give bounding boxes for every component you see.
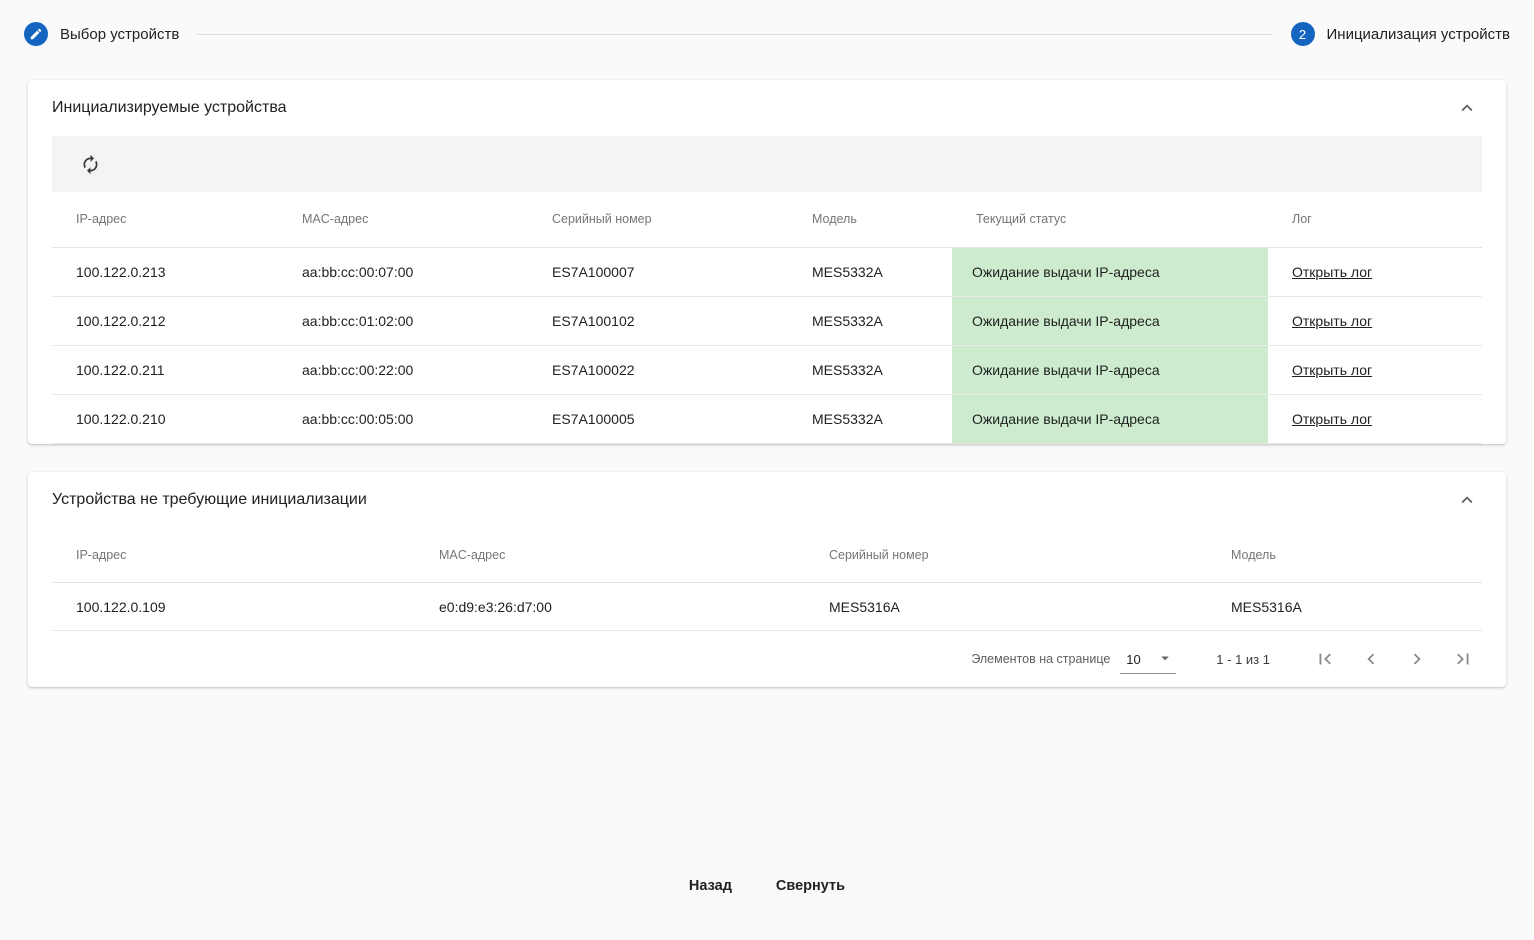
cell-mac: aa:bb:cc:00:22:00	[278, 345, 528, 394]
footer-actions: Назад Свернуть	[0, 868, 1534, 904]
cell-model: MES5332A	[788, 345, 952, 394]
collapse-card-button[interactable]	[1452, 485, 1482, 515]
items-per-page-label: Элементов на странице	[971, 652, 1110, 666]
column-header-mac: MAC-адрес	[415, 528, 805, 583]
step-label: Инициализация устройств	[1327, 26, 1510, 43]
open-log-link[interactable]: Открыть лог	[1292, 411, 1372, 427]
last-page-button[interactable]	[1444, 640, 1482, 678]
page: Выбор устройств 2 Инициализация устройст…	[0, 0, 1534, 940]
cell-serial: ES7A100102	[528, 296, 788, 345]
device-row: 100.122.0.210 aa:bb:cc:00:05:00 ES7A1000…	[52, 394, 1482, 443]
column-header-model: Модель	[788, 192, 952, 247]
cell-model: MES5332A	[788, 296, 952, 345]
no-init-devices-table: IP-адрес MAC-адрес Серийный номер Модель…	[52, 528, 1482, 632]
step-device-selection[interactable]: Выбор устройств	[24, 22, 179, 46]
device-row: 100.122.0.213 aa:bb:cc:00:07:00 ES7A1000…	[52, 247, 1482, 296]
chevron-down-icon	[1156, 649, 1174, 670]
open-log-link[interactable]: Открыть лог	[1292, 362, 1372, 378]
cell-mac: aa:bb:cc:00:05:00	[278, 394, 528, 443]
previous-page-button[interactable]	[1352, 640, 1390, 678]
cell-log: Открыть лог	[1268, 296, 1482, 345]
first-page-button[interactable]	[1306, 640, 1344, 678]
init-devices-card-header: Инициализируемые устройства	[52, 80, 1482, 136]
chevron-right-icon	[1406, 658, 1428, 673]
cell-status: Ожидание выдачи IP-адреса	[952, 247, 1268, 296]
init-devices-card: Инициализируемые устройства IP-адр	[28, 80, 1506, 444]
column-header-mac: MAC-адрес	[278, 192, 528, 247]
status-badge: Ожидание выдачи IP-адреса	[952, 346, 1268, 394]
cell-status: Ожидание выдачи IP-адреса	[952, 345, 1268, 394]
cell-serial: MES5316A	[805, 583, 1207, 631]
refresh-icon	[80, 163, 101, 178]
step-label: Выбор устройств	[60, 26, 179, 43]
status-badge: Ожидание выдачи IP-адреса	[952, 395, 1268, 443]
collapse-card-button[interactable]	[1452, 93, 1482, 123]
device-row: 100.122.0.211 aa:bb:cc:00:22:00 ES7A1000…	[52, 345, 1482, 394]
cell-ip: 100.122.0.211	[52, 345, 278, 394]
stepper: Выбор устройств 2 Инициализация устройст…	[0, 0, 1534, 56]
cell-log: Открыть лог	[1268, 247, 1482, 296]
collapse-wizard-button[interactable]: Свернуть	[762, 868, 859, 904]
cell-mac: aa:bb:cc:00:07:00	[278, 247, 528, 296]
cell-serial: ES7A100007	[528, 247, 788, 296]
cell-log: Открыть лог	[1268, 345, 1482, 394]
stepper-connector-line	[197, 34, 1272, 35]
back-button[interactable]: Назад	[675, 868, 746, 904]
column-header-serial: Серийный номер	[805, 528, 1207, 583]
cell-mac: aa:bb:cc:01:02:00	[278, 296, 528, 345]
column-header-status: Текущий статус	[952, 192, 1268, 247]
card-title: Инициализируемые устройства	[52, 99, 287, 117]
next-page-button[interactable]	[1398, 640, 1436, 678]
cell-log: Открыть лог	[1268, 394, 1482, 443]
cell-ip: 100.122.0.109	[52, 583, 415, 631]
device-row: 100.122.0.212 aa:bb:cc:01:02:00 ES7A1001…	[52, 296, 1482, 345]
table-toolbar	[52, 136, 1482, 192]
open-log-link[interactable]: Открыть лог	[1292, 264, 1372, 280]
no-init-devices-card: Устройства не требующие инициализации IP…	[28, 472, 1506, 688]
cell-mac: e0:d9:e3:26:d7:00	[415, 583, 805, 631]
cell-ip: 100.122.0.210	[52, 394, 278, 443]
open-log-link[interactable]: Открыть лог	[1292, 313, 1372, 329]
column-header-log: Лог	[1268, 192, 1482, 247]
cell-ip: 100.122.0.213	[52, 247, 278, 296]
chevron-left-icon	[1360, 658, 1382, 673]
items-per-page-select[interactable]: 10	[1120, 645, 1176, 674]
last-page-icon	[1452, 658, 1474, 673]
cell-model: MES5332A	[788, 247, 952, 296]
step-device-initialization[interactable]: 2 Инициализация устройств	[1291, 22, 1510, 46]
first-page-icon	[1314, 658, 1336, 673]
cell-ip: 100.122.0.212	[52, 296, 278, 345]
cell-serial: ES7A100022	[528, 345, 788, 394]
column-header-model: Модель	[1207, 528, 1482, 583]
table-header-row: IP-адрес MAC-адрес Серийный номер Модель…	[52, 192, 1482, 247]
pagination: Элементов на странице 10 1 - 1 из 1	[52, 631, 1482, 687]
card-title: Устройства не требующие инициализации	[52, 491, 367, 509]
cell-model: MES5332A	[788, 394, 952, 443]
column-header-ip: IP-адрес	[52, 192, 278, 247]
edit-icon	[24, 22, 48, 46]
device-row: 100.122.0.109 e0:d9:e3:26:d7:00 MES5316A…	[52, 583, 1482, 631]
column-header-ip: IP-адрес	[52, 528, 415, 583]
init-devices-table: IP-адрес MAC-адрес Серийный номер Модель…	[52, 192, 1482, 444]
table-header-row: IP-адрес MAC-адрес Серийный номер Модель	[52, 528, 1482, 583]
status-badge: Ожидание выдачи IP-адреса	[952, 248, 1268, 296]
cell-status: Ожидание выдачи IP-адреса	[952, 394, 1268, 443]
no-init-devices-card-header: Устройства не требующие инициализации	[52, 472, 1482, 528]
chevron-up-icon	[1456, 499, 1478, 514]
cell-serial: ES7A100005	[528, 394, 788, 443]
refresh-button[interactable]	[76, 150, 105, 179]
items-per-page-value: 10	[1126, 652, 1140, 667]
column-header-serial: Серийный номер	[528, 192, 788, 247]
chevron-up-icon	[1456, 107, 1478, 122]
cell-model: MES5316A	[1207, 583, 1482, 631]
cell-status: Ожидание выдачи IP-адреса	[952, 296, 1268, 345]
pagination-range-label: 1 - 1 из 1	[1216, 652, 1270, 667]
status-badge: Ожидание выдачи IP-адреса	[952, 297, 1268, 345]
step-number-badge: 2	[1291, 22, 1315, 46]
